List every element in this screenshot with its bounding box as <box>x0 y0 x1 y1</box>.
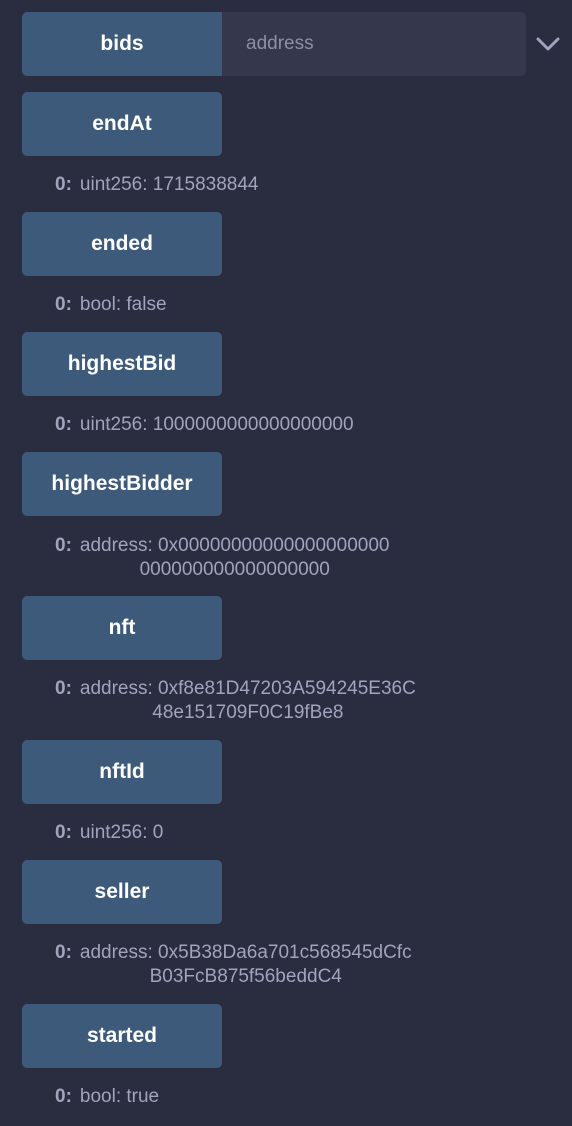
result-index: 0: <box>55 535 72 556</box>
nft-result: 0: address: 0xf8e81D47203A594245E36C 48e… <box>55 677 416 725</box>
result-value-line: address: 0xf8e81D47203A594245E36C <box>79 678 416 699</box>
started-button[interactable]: started <box>22 1004 222 1068</box>
result-value: bool: false <box>79 294 167 315</box>
result-value-line: B03FcB875f56beddC4 <box>149 966 342 987</box>
nftId-result: 0: uint256: 0 <box>55 821 163 845</box>
result-index: 0: <box>55 414 72 435</box>
result-value: address: 0x00000000000000000000 00000000… <box>80 534 390 582</box>
result-value: bool: true <box>79 1086 160 1107</box>
seller-button[interactable]: seller <box>22 860 222 924</box>
result-index: 0: <box>55 942 72 963</box>
result-value: uint256: 1000000000000000000 <box>79 414 354 435</box>
result-value: uint256: 1715838844 <box>79 174 259 195</box>
result-value-line: 000000000000000000 <box>139 559 330 580</box>
bids-button[interactable]: bids <box>22 12 222 76</box>
result-index: 0: <box>55 822 72 843</box>
result-index: 0: <box>55 1086 72 1107</box>
highestBidder-button[interactable]: highestBidder <box>22 452 222 516</box>
result-index: 0: <box>55 174 72 195</box>
result-value: address: 0xf8e81D47203A594245E36C 48e151… <box>80 677 416 725</box>
chevron-down-icon[interactable] <box>534 30 562 58</box>
result-value-line: address: 0x5B38Da6a701c568545dCfc <box>79 942 412 963</box>
ended-result: 0: bool: false <box>55 293 167 317</box>
result-value: uint256: 0 <box>79 822 164 843</box>
seller-result: 0: address: 0x5B38Da6a701c568545dCfc B03… <box>55 941 412 989</box>
nft-button[interactable]: nft <box>22 596 222 660</box>
ended-button[interactable]: ended <box>22 212 222 276</box>
started-result: 0: bool: true <box>55 1085 159 1109</box>
highestBid-result: 0: uint256: 1000000000000000000 <box>55 413 354 437</box>
bids-row: bids <box>22 12 526 76</box>
highestBid-button[interactable]: highestBid <box>22 332 222 396</box>
highestBidder-result: 0: address: 0x00000000000000000000 00000… <box>55 534 389 582</box>
nftId-button[interactable]: nftId <box>22 740 222 804</box>
result-index: 0: <box>55 678 72 699</box>
result-value: address: 0x5B38Da6a701c568545dCfc B03FcB… <box>80 941 412 989</box>
endAt-button[interactable]: endAt <box>22 92 222 156</box>
result-value-line: 48e151709F0C19fBe8 <box>152 702 344 723</box>
endAt-result: 0: uint256: 1715838844 <box>55 173 258 197</box>
bids-address-input[interactable] <box>222 12 526 76</box>
result-value-line: address: 0x00000000000000000000 <box>79 535 390 556</box>
result-index: 0: <box>55 294 72 315</box>
